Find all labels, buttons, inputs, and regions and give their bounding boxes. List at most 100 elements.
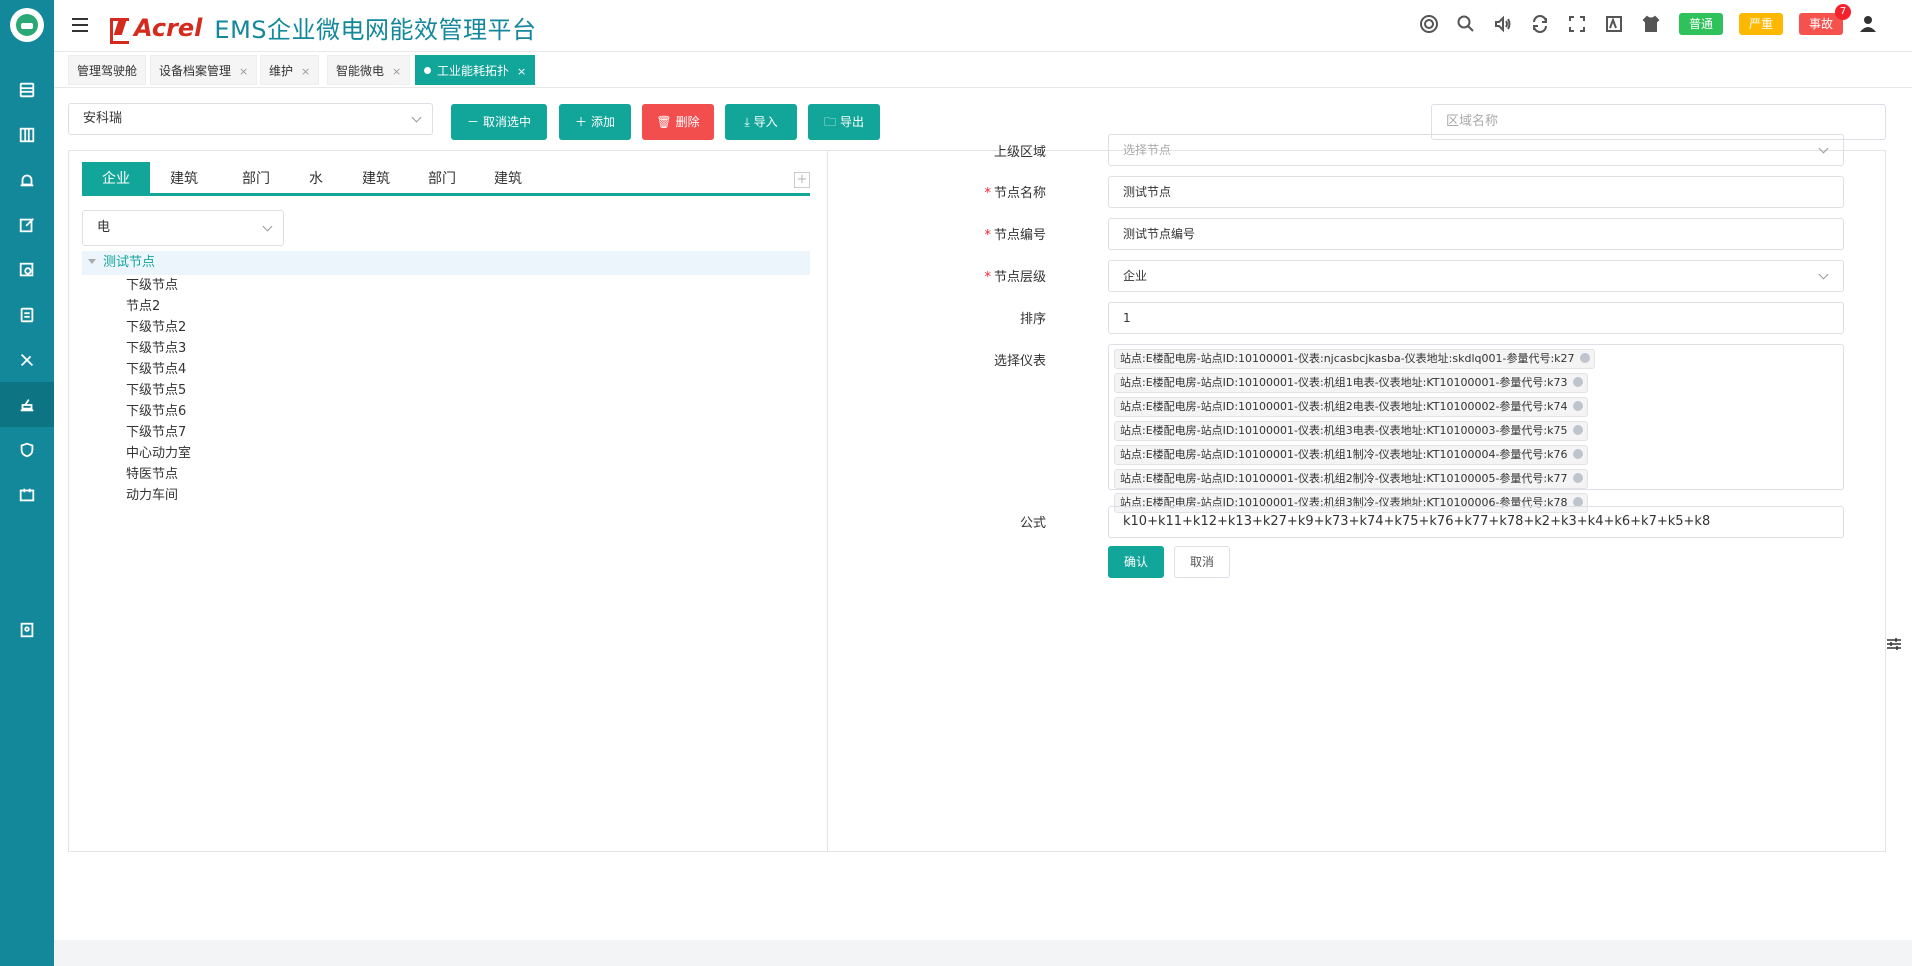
tab-industrial-topology[interactable]: 工业能耗拓扑 ×: [415, 55, 536, 85]
search-icon[interactable]: [1454, 12, 1478, 36]
menu-toggle-icon[interactable]: [72, 18, 88, 32]
meter-tag: 站点:E楼配电房-站点ID:10100001-仪表:机组1电表-仪表地址:KT1…: [1114, 373, 1588, 393]
tab-cockpit[interactable]: 管理驾驶舱: [68, 55, 147, 85]
close-icon[interactable]: ×: [239, 65, 248, 78]
tab-water[interactable]: 水: [286, 162, 346, 196]
node-level-value: 企业: [1123, 269, 1148, 283]
tab-building[interactable]: 建筑: [150, 162, 218, 196]
tree-node[interactable]: 下级节点4: [126, 359, 186, 381]
grid-icon[interactable]: [0, 112, 54, 157]
import-button[interactable]: ⤓ 导入: [725, 104, 797, 140]
meter-tag: 站点:E楼配电房-站点ID:10100001-仪表:机组3电表-仪表地址:KT1…: [1114, 421, 1588, 441]
tree-node[interactable]: 下级节点3: [126, 338, 186, 360]
tab-device-archive[interactable]: 设备档案管理 ×: [150, 55, 258, 85]
translate-icon[interactable]: [1602, 12, 1626, 36]
formula-value: k10+k11+k12+k13+k27+k9+k73+k74+k75+k76+k…: [1123, 514, 1711, 529]
add-button[interactable]: ＋ 添加: [559, 104, 631, 140]
edit-icon[interactable]: [0, 202, 54, 247]
energy-icon[interactable]: [0, 247, 54, 292]
node-code-label: * 节点编号: [984, 228, 1046, 243]
page-tabs: 管理驾驶舱 设备档案管理 × 维护 × 智能微电 × 工业能耗拓扑 ×: [54, 52, 1912, 88]
close-icon[interactable]: ×: [517, 65, 526, 78]
meters-select[interactable]: 站点:E楼配电房-站点ID:10100001-仪表:njcasbcjkasba-…: [1108, 344, 1844, 513]
tab-building[interactable]: 建筑: [474, 162, 542, 196]
theme-icon[interactable]: [1639, 12, 1663, 36]
export-button[interactable]: 🗀 导出: [808, 104, 880, 140]
tree-node[interactable]: 下级节点: [126, 275, 178, 297]
alarm-accident-label: 事故: [1808, 17, 1833, 31]
tab-building[interactable]: 建筑: [342, 162, 410, 196]
tree-root-node[interactable]: 测试节点: [82, 251, 810, 275]
volume-icon[interactable]: [1491, 12, 1515, 36]
tree-node[interactable]: 动力车间: [126, 485, 178, 507]
confirm-button[interactable]: 确认: [1108, 546, 1164, 578]
calendar-icon[interactable]: [0, 472, 54, 517]
tab-department[interactable]: 部门: [408, 162, 476, 196]
folder-icon: 🗀: [823, 115, 836, 129]
add-tab-icon[interactable]: +: [794, 172, 810, 188]
app-title: EMS企业微电网能效管理平台: [214, 16, 537, 44]
node-name-input[interactable]: 测试节点: [1108, 176, 1844, 208]
settings-sliders-icon[interactable]: [1886, 636, 1902, 652]
dashboard-icon[interactable]: [0, 67, 54, 112]
tab-label: 管理驾驶舱: [77, 64, 138, 78]
meter-tag: 站点:E楼配电房-站点ID:10100001-仪表:机组2制冷-仪表地址:KT1…: [1114, 469, 1588, 489]
tab-enterprise[interactable]: 企业: [82, 162, 150, 196]
document-icon[interactable]: [0, 292, 54, 337]
report-icon[interactable]: [0, 607, 54, 652]
topology-icon[interactable]: [0, 382, 54, 427]
close-icon[interactable]: [1579, 353, 1590, 363]
refresh-icon[interactable]: [1528, 12, 1552, 36]
node-code-input[interactable]: 测试节点编号: [1108, 218, 1844, 250]
tree-node[interactable]: 下级节点2: [126, 317, 186, 339]
active-dot-icon: [424, 67, 431, 74]
alarm-accident-count: 7: [1835, 4, 1851, 20]
tree-node[interactable]: 下级节点5: [126, 380, 186, 402]
tree-root-label: 测试节点: [103, 255, 156, 270]
close-icon[interactable]: ×: [392, 65, 401, 78]
parent-region-select[interactable]: 选择节点: [1108, 134, 1844, 166]
tree-node[interactable]: 特医节点: [126, 464, 178, 486]
alarm-normal-badge[interactable]: 普通: [1678, 13, 1723, 35]
formula-input[interactable]: k10+k11+k12+k13+k27+k9+k73+k74+k75+k76+k…: [1108, 506, 1844, 538]
app-logo[interactable]: [10, 8, 44, 42]
tab-label: 智能微电: [336, 64, 385, 78]
deselect-button[interactable]: － 取消选中: [451, 104, 547, 140]
tab-department[interactable]: 部门: [222, 162, 290, 196]
company-select[interactable]: 安科瑞: [68, 103, 433, 135]
alarm-severe-badge[interactable]: 严重: [1738, 13, 1783, 35]
tab-smart-micro[interactable]: 智能微电 ×: [327, 55, 411, 85]
tree-node[interactable]: 节点2: [126, 296, 160, 318]
fullscreen-icon[interactable]: [1565, 12, 1589, 36]
alarm-accident-badge[interactable]: 事故 7: [1798, 4, 1851, 35]
shield-icon[interactable]: [0, 427, 54, 472]
close-icon[interactable]: [1572, 425, 1583, 435]
tab-maintenance[interactable]: 维护 ×: [260, 55, 320, 85]
energy-type-select[interactable]: 电: [82, 210, 284, 246]
cancel-button[interactable]: 取消: [1174, 546, 1230, 578]
help-icon[interactable]: [1417, 12, 1441, 36]
trash-icon: 🗑: [656, 115, 672, 129]
footer-strip: [54, 940, 1912, 966]
node-level-select[interactable]: 企业: [1108, 260, 1844, 292]
tree-node[interactable]: 下级节点7: [126, 422, 186, 444]
top-header: Acrel EMS企业微电网能效管理平台 普通 严重 事故 7: [54, 0, 1912, 52]
tree-node[interactable]: 中心动力室: [126, 443, 191, 465]
close-icon[interactable]: [1572, 473, 1583, 483]
energy-type-value: 电: [97, 220, 111, 235]
close-icon[interactable]: [1572, 449, 1583, 459]
tools-icon[interactable]: [0, 337, 54, 382]
sort-input[interactable]: 1: [1108, 302, 1844, 334]
caret-down-icon[interactable]: [88, 259, 96, 264]
button-label: 删除: [675, 115, 700, 129]
close-icon[interactable]: [1572, 401, 1583, 411]
delete-button[interactable]: 🗑 删除: [642, 104, 714, 140]
alarm-icon[interactable]: [0, 157, 54, 202]
tree-node[interactable]: 下级节点6: [126, 401, 186, 423]
user-icon[interactable]: [1856, 12, 1880, 36]
close-icon[interactable]: [1572, 377, 1583, 387]
close-icon[interactable]: ×: [301, 65, 310, 78]
chevron-down-icon: [411, 112, 422, 123]
sidebar: [0, 0, 54, 966]
meter-tag: 站点:E楼配电房-站点ID:10100001-仪表:机组1制冷-仪表地址:KT1…: [1114, 445, 1588, 465]
